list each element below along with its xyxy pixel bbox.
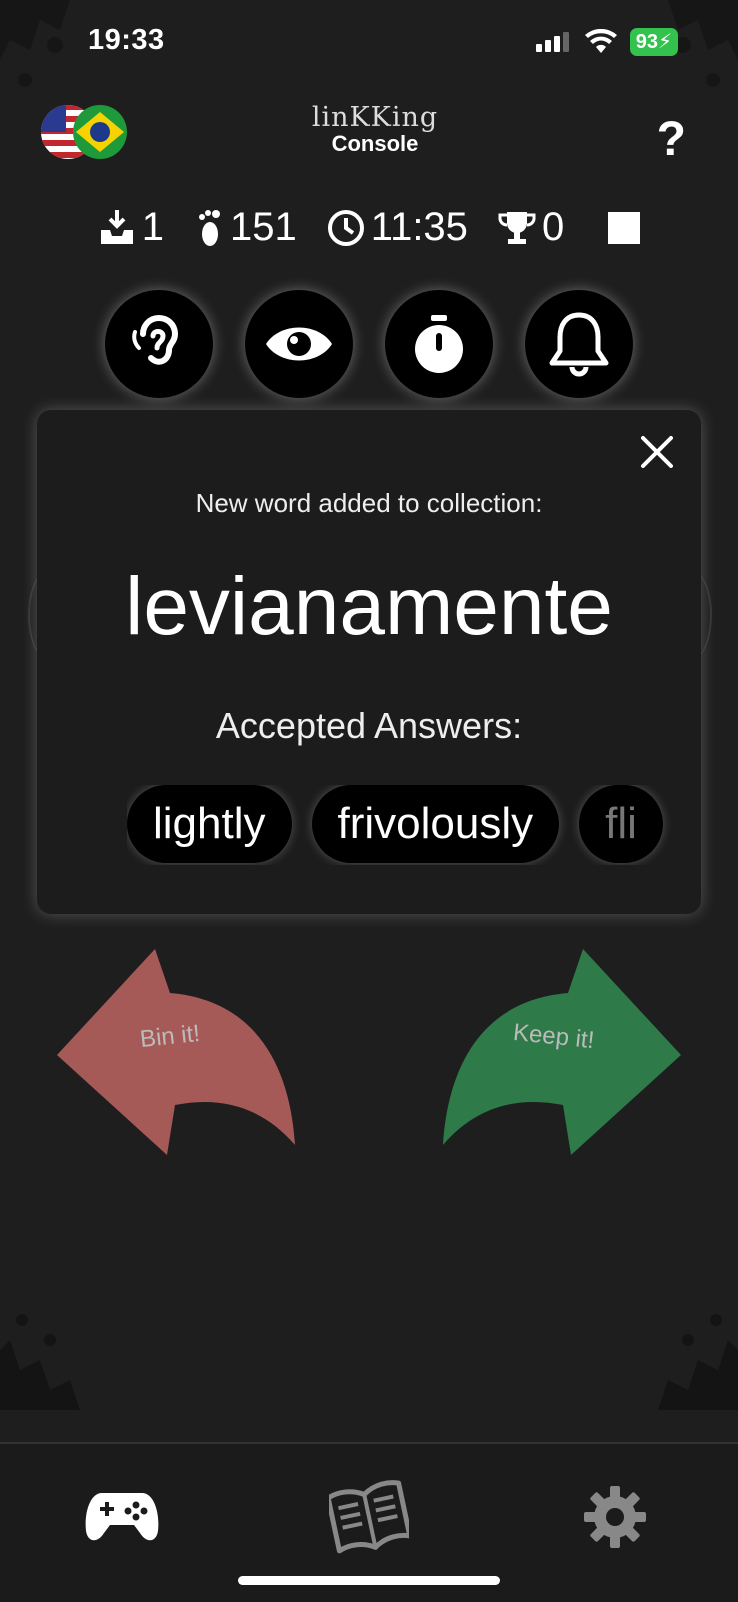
reveal-button[interactable] [245,290,353,398]
answer-chip[interactable]: lightly [127,785,292,863]
language-flags-button[interactable] [38,104,128,160]
status-indicators: 93⚡ [535,28,678,56]
trophy-count: 0 [541,205,565,249]
wifi-icon [584,29,617,53]
brazil-flag-icon [73,105,127,159]
inbox-download-icon [100,209,133,244]
stopwatch-icon [415,315,463,373]
status-time: 19:33 [88,24,165,56]
time-stat: 11:35 [327,205,468,250]
trophy-icon [498,211,536,244]
logo-title: linKKing [311,102,439,133]
eye-icon [266,327,332,361]
footprint-icon [199,209,221,246]
listen-button[interactable] [105,290,213,398]
queue-count: 1 [141,205,165,249]
word-added-modal: New word added to collection: levianamen… [37,410,701,914]
gear-icon [584,1486,646,1548]
steps-stat: 151 [194,205,297,250]
nav-collection[interactable] [329,1480,409,1554]
nav-settings[interactable] [575,1482,655,1552]
crown-corner-decoration [0,1314,80,1410]
stats-bar: 1 151 11:35 0 [0,205,738,250]
book-icon [329,1480,409,1554]
keep-arrow-button[interactable]: Keep it! [433,945,683,1155]
logo-subtitle: Console [331,131,419,156]
modal-heading: New word added to collection: [195,488,543,518]
battery-indicator: 93⚡ [629,28,678,56]
answer-chip-list: lightly frivolously fli [127,785,711,863]
notification-button[interactable] [525,290,633,398]
trophy-stat: 0 [498,205,564,250]
app-logo: linKKing Console [290,102,460,157]
bell-icon [549,312,609,377]
bin-arrow-button[interactable]: Bin it! [55,945,305,1155]
battery-level: 93 [635,31,658,53]
gamepad-icon [85,1493,159,1541]
crown-corner-decoration [0,0,70,87]
time-value: 11:35 [370,205,468,249]
charging-icon: ⚡ [657,31,672,53]
answer-chip[interactable]: fli [579,785,663,863]
stop-button[interactable] [608,211,641,244]
new-word: levianamente [125,561,613,652]
home-indicator [238,1576,500,1585]
action-button-row [0,290,738,398]
help-button[interactable]: ? [657,112,686,167]
queue-stat: 1 [98,205,164,250]
clock-icon [327,209,364,246]
steps-count: 151 [230,205,297,249]
crown-corner-decoration [658,1314,738,1410]
cellular-signal-icon [535,32,569,52]
timer-button[interactable] [385,290,493,398]
ear-icon [132,314,179,365]
accepted-answers-label: Accepted Answers: [215,705,523,746]
answers-scroller[interactable]: lightly frivolously fli [127,785,711,865]
nav-game[interactable] [82,1482,162,1552]
close-icon[interactable] [637,432,677,472]
answer-chip[interactable]: frivolously [311,785,560,863]
